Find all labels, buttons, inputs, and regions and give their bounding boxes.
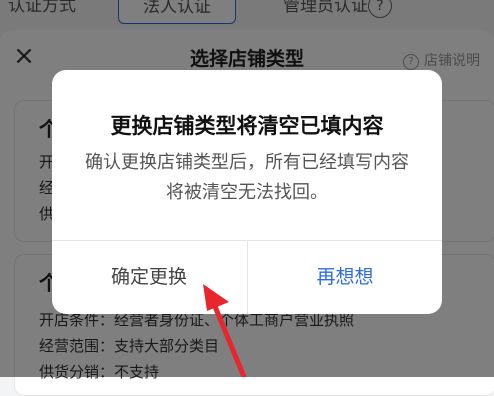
dialog-title: 更换店铺类型将清空已填内容 [110, 114, 384, 138]
confirm-change-button[interactable]: 确定更换 [52, 241, 246, 314]
think-again-button[interactable]: 再想想 [248, 241, 442, 314]
dialog-message: 确认更换店铺类型后，所有已经填写内容将被清空无法找回。 [85, 152, 409, 203]
confirm-dialog: 更换店铺类型将清空已填内容 确认更换店铺类型后，所有已经填写内容将被清空无法找回… [52, 70, 442, 314]
